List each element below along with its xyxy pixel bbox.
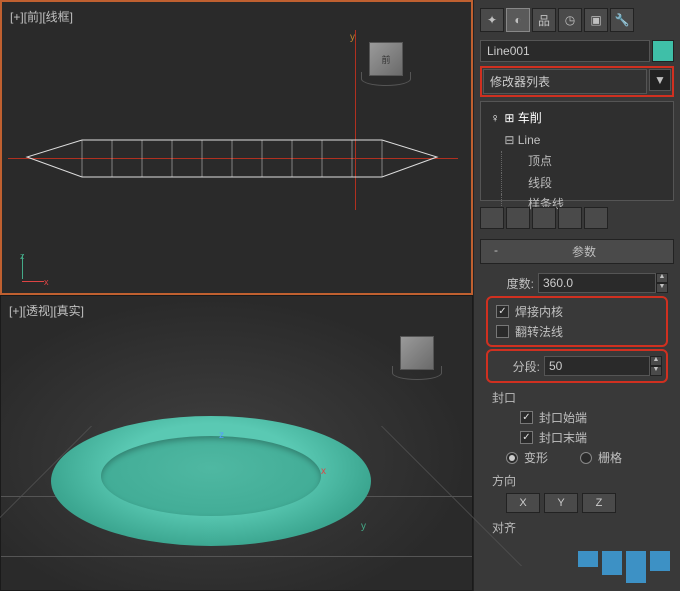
morph-label: 变形 <box>524 449 548 466</box>
remove-modifier-icon[interactable] <box>558 207 582 229</box>
modifier-list-dropdown[interactable]: 修改器列表 <box>483 69 647 94</box>
viewport-persp-label[interactable]: [+][透视][真实] <box>9 302 84 319</box>
flip-normals-checkbox[interactable] <box>496 325 509 338</box>
viewport-perspective[interactable]: [+][透视][真实] x y z <box>0 295 473 591</box>
collapse-icon: - <box>489 243 503 260</box>
viewcube-ring[interactable] <box>392 366 442 380</box>
axis-y-label: y <box>361 521 366 532</box>
modifier-line[interactable]: Line <box>518 133 541 147</box>
morph-radio[interactable] <box>506 452 518 464</box>
spinner-up-icon[interactable]: ▲ <box>656 273 668 283</box>
cap-end-label: 封口末端 <box>539 429 587 446</box>
viewcube-face[interactable] <box>400 336 434 370</box>
axis-z-label: z <box>219 430 224 441</box>
utilities-tab-icon[interactable]: 🔧 <box>610 8 634 32</box>
create-tab-icon[interactable]: ✦ <box>480 8 504 32</box>
viewport-front[interactable]: [+][前][线框] y 前 z x <box>0 0 473 295</box>
display-tab-icon[interactable]: ▣ <box>584 8 608 32</box>
viewcube-face[interactable]: 前 <box>369 42 403 76</box>
viewcube-persp[interactable] <box>392 336 442 386</box>
direction-y-button[interactable]: Y <box>544 493 578 513</box>
cap-start-label: 封口始端 <box>539 409 587 426</box>
pin-stack-icon[interactable] <box>480 207 504 229</box>
axis-x-label: x <box>321 466 326 477</box>
direction-x-button[interactable]: X <box>506 493 540 513</box>
motion-tab-icon[interactable]: ◷ <box>558 8 582 32</box>
modifier-stack[interactable]: ♀ ⊞ 车削 ⊟ Line 顶点 线段 样条线 <box>480 101 674 201</box>
object-name-input[interactable] <box>480 40 650 62</box>
align-section-label: 对齐 <box>492 519 668 536</box>
weld-core-label: 焊接内核 <box>515 303 563 320</box>
configure-sets-icon[interactable] <box>584 207 608 229</box>
subobj-vertex[interactable]: 顶点 <box>501 151 665 173</box>
grid-line <box>1 556 472 557</box>
dropdown-arrow-icon[interactable]: ▼ <box>649 69 671 91</box>
viewcube-ring[interactable] <box>361 72 411 86</box>
plate-wireframe <box>22 132 442 182</box>
make-unique-icon[interactable] <box>532 207 556 229</box>
spinner-up-icon[interactable]: ▲ <box>650 356 662 366</box>
plate-mesh[interactable] <box>51 416 371 546</box>
flip-normals-label: 翻转法线 <box>515 323 563 340</box>
direction-section-label: 方向 <box>492 472 668 489</box>
subobj-segment[interactable]: 线段 <box>501 173 665 195</box>
stack-toolbar <box>480 205 674 235</box>
cap-start-checkbox[interactable]: ✓ <box>520 411 533 424</box>
show-end-result-icon[interactable] <box>506 207 530 229</box>
degrees-label: 度数: <box>486 275 534 292</box>
modifier-lathe[interactable]: 车削 <box>518 111 542 125</box>
modify-tab-icon[interactable]: ◐ <box>506 8 530 32</box>
capping-section-label: 封口 <box>492 389 668 406</box>
spinner-down-icon[interactable]: ▼ <box>656 283 668 293</box>
command-panel-tabs: ✦ ◐ 品 ◷ ▣ 🔧 <box>480 4 674 36</box>
segments-label: 分段: <box>492 358 540 375</box>
viewport-front-label[interactable]: [+][前][线框] <box>10 8 73 25</box>
weld-core-checkbox[interactable]: ✓ <box>496 305 509 318</box>
viewcube-front[interactable]: 前 <box>361 42 411 92</box>
spinner-down-icon[interactable]: ▼ <box>650 366 662 376</box>
command-panel: ✦ ◐ 品 ◷ ▣ 🔧 修改器列表 ▼ ♀ ⊞ 车削 ⊟ Line 顶点 线段 … <box>473 0 680 591</box>
segments-input[interactable] <box>544 356 650 376</box>
grid-radio[interactable] <box>580 452 592 464</box>
gizmo-axis-vertical <box>355 30 356 210</box>
degrees-input[interactable] <box>538 273 656 293</box>
rollout-parameters-header[interactable]: - 参数 <box>480 239 674 264</box>
direction-z-button[interactable]: Z <box>582 493 616 513</box>
cap-end-checkbox[interactable]: ✓ <box>520 431 533 444</box>
grid-label: 栅格 <box>598 449 622 466</box>
hierarchy-tab-icon[interactable]: 品 <box>532 8 556 32</box>
object-color-swatch[interactable] <box>652 40 674 62</box>
watermark <box>578 551 670 583</box>
